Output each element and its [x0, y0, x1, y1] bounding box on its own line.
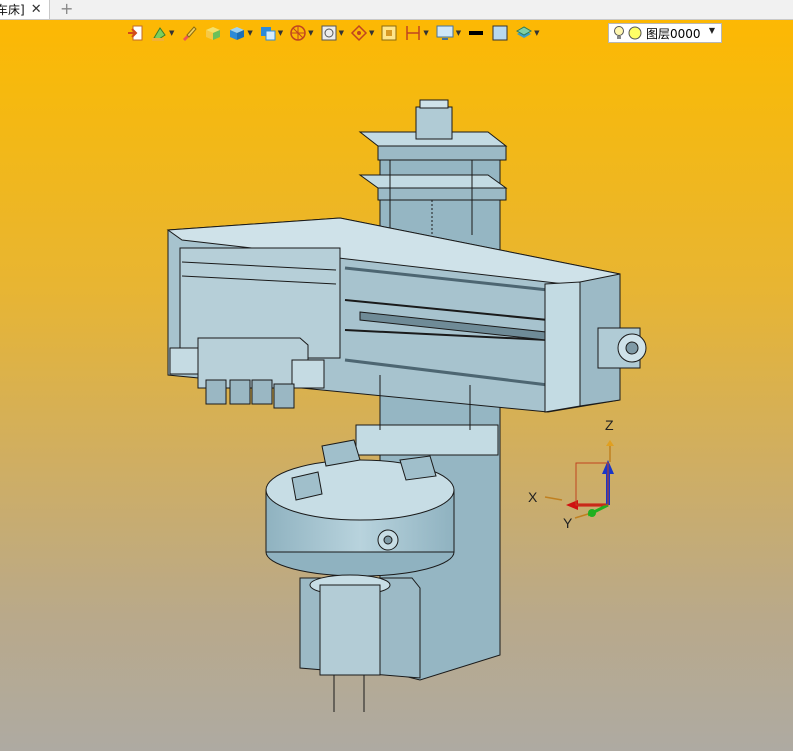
paint-bucket-icon[interactable]: ▼ — [150, 22, 174, 44]
render-mode-icon[interactable]: ▼ — [289, 22, 314, 44]
cad-viewport[interactable]: Z X Y — [0, 46, 793, 751]
display-filter-icon[interactable]: ▼ — [320, 22, 344, 44]
z-axis-label: Z — [605, 417, 614, 433]
view-toolbar: ▼ ▼ ▼ ▼ ▼ ▼ ▼ ▼ ▼ — [126, 22, 546, 44]
lightbulb-icon[interactable] — [613, 25, 625, 41]
layer-name: 图层0000 — [646, 26, 701, 41]
coordinate-axes: Z X Y — [528, 417, 614, 531]
document-tab-bar: 车床] ✕ + — [0, 0, 793, 20]
snap-target-icon[interactable]: ▼ — [350, 22, 374, 44]
layer-selector[interactable]: 图层0000 ▼ — [608, 23, 722, 43]
document-tab-label: 车床] — [0, 3, 25, 17]
fill-color-icon[interactable] — [491, 22, 509, 44]
dimension-icon[interactable]: ▼ — [404, 22, 429, 44]
shade-box-icon[interactable] — [204, 22, 222, 44]
brush-icon[interactable] — [180, 22, 198, 44]
view-cube-icon[interactable]: ▼ — [259, 22, 283, 44]
y-axis-label: Y — [563, 515, 573, 531]
insert-icon[interactable] — [126, 22, 144, 44]
layer-color-icon[interactable] — [628, 26, 642, 40]
frame-icon[interactable] — [380, 22, 398, 44]
layer-stack-icon[interactable]: ▼ — [515, 22, 540, 44]
solid-box-icon[interactable]: ▼ — [228, 22, 253, 44]
close-icon[interactable]: ✕ — [31, 2, 42, 17]
document-tab[interactable]: 车床] ✕ — [0, 0, 50, 19]
chevron-down-icon[interactable]: ▼ — [709, 26, 715, 35]
new-tab-icon[interactable]: + — [60, 0, 73, 18]
line-color-icon[interactable] — [467, 22, 485, 44]
x-axis-label: X — [528, 489, 538, 505]
machine-model[interactable] — [166, 99, 647, 712]
monitor-view-icon[interactable]: ▼ — [435, 22, 461, 44]
